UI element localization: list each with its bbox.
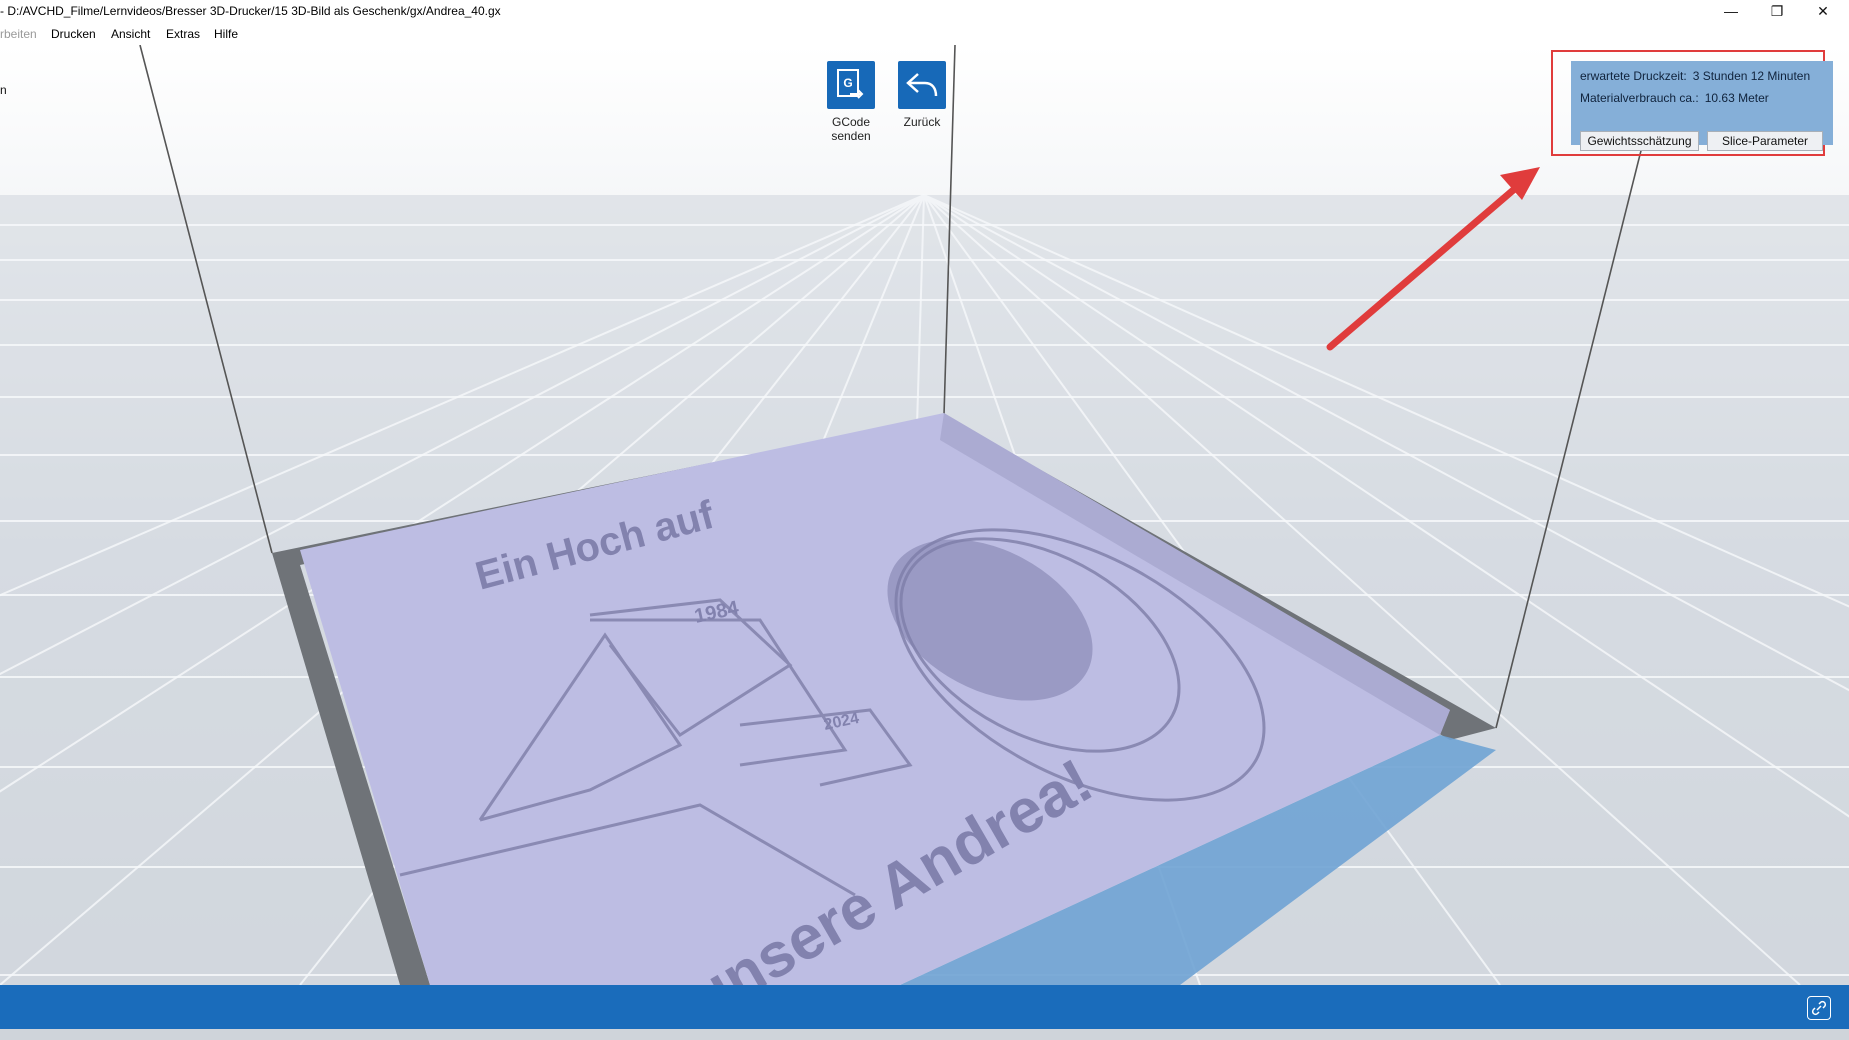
status-bar	[0, 985, 1849, 1029]
menu-bar: rbeiten Drucken Ansicht Extras Hilfe	[0, 23, 1849, 46]
bottom-strip	[0, 1029, 1849, 1040]
weight-estimate-button[interactable]: Gewichtsschätzung	[1580, 131, 1699, 151]
gcode-send-icon: G	[827, 61, 875, 109]
print-time-row: erwartete Druckzeit: 3 Stunden 12 Minuten	[1580, 65, 1833, 87]
3d-viewport[interactable]: Ein Hoch auf unsere Andrea! 1984 2024 G …	[0, 45, 1849, 985]
material-row: Materialverbrauch ca.: 10.63 Meter	[1580, 87, 1833, 109]
gcode-send-label-2: senden	[831, 129, 871, 143]
menu-hilfe[interactable]: Hilfe	[210, 23, 242, 45]
slice-parameter-button[interactable]: Slice-Parameter	[1707, 131, 1823, 151]
gcode-send-label-1: GCode	[831, 115, 871, 129]
window-title: - D:/AVCHD_Filme/Lernvideos/Bresser 3D-D…	[0, 4, 501, 18]
back-label: Zurück	[903, 115, 941, 129]
svg-text:G: G	[843, 76, 852, 90]
menu-ansicht[interactable]: Ansicht	[107, 23, 154, 45]
print-info-panel: erwartete Druckzeit: 3 Stunden 12 Minuten…	[1571, 61, 1833, 151]
print-time-value: 3 Stunden 12 Minuten	[1692, 69, 1811, 83]
material-label: Materialverbrauch ca.:	[1580, 91, 1699, 105]
title-bar: - D:/AVCHD_Filme/Lernvideos/Bresser 3D-D…	[0, 0, 1849, 23]
material-value: 10.63 Meter	[1704, 91, 1769, 105]
print-time-label: erwartete Druckzeit:	[1580, 69, 1687, 83]
restore-button[interactable]: ❐	[1754, 0, 1800, 23]
menu-extras[interactable]: Extras	[162, 23, 204, 45]
close-button[interactable]: ✕	[1800, 0, 1846, 23]
scene-canvas: Ein Hoch auf unsere Andrea! 1984 2024	[0, 45, 1849, 985]
undo-arrow-icon	[898, 61, 946, 109]
left-cut-text: n	[0, 83, 7, 97]
back-button[interactable]: Zurück	[887, 61, 957, 129]
menu-bearbeiten[interactable]: rbeiten	[0, 23, 41, 45]
link-icon[interactable]	[1807, 996, 1831, 1020]
gcode-send-button[interactable]: G GCode senden	[816, 61, 886, 143]
menu-drucken[interactable]: Drucken	[47, 23, 100, 45]
minimize-button[interactable]: —	[1708, 0, 1754, 23]
